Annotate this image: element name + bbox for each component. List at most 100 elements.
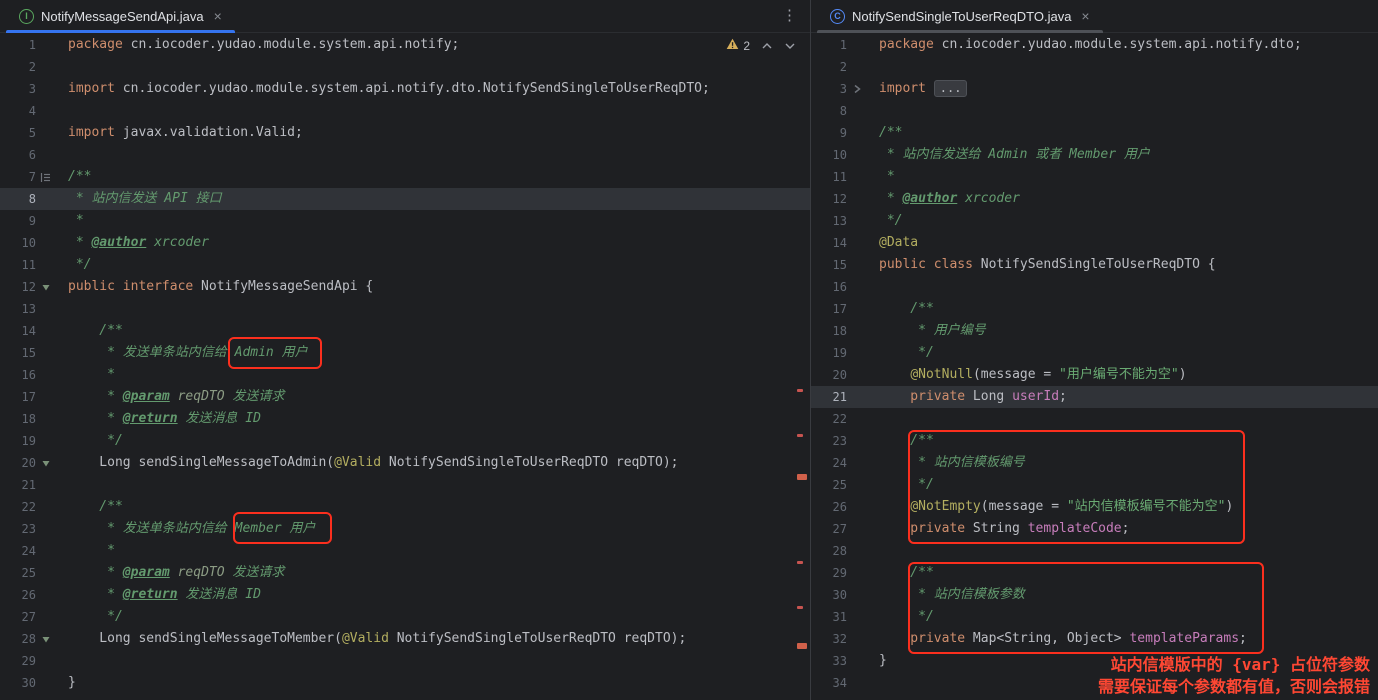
code-text[interactable]: * @author xrcoder <box>55 232 810 254</box>
code-line[interactable]: 1 package cn.iocoder.yudao.module.system.… <box>811 34 1378 56</box>
line-number[interactable]: 23 <box>0 518 36 540</box>
comment-structure-icon[interactable] <box>36 166 55 188</box>
code-line-current[interactable]: 8 * 站内信发送 API 接口 <box>0 188 810 210</box>
code-text[interactable]: * <box>55 540 810 562</box>
line-number[interactable]: 18 <box>0 408 36 430</box>
code-line[interactable]: 1package cn.iocoder.yudao.module.system.… <box>0 34 810 56</box>
line-number[interactable]: 24 <box>0 540 36 562</box>
code-line[interactable]: 32 private Map<String, Object> templateP… <box>811 628 1378 650</box>
code-text[interactable]: @Data <box>866 232 1378 254</box>
tab-notifymessagesendapi[interactable]: I NotifyMessageSendApi.java × <box>6 0 235 32</box>
code-line[interactable]: 9 * <box>0 210 810 232</box>
code-line-current[interactable]: 21 private Long userId; <box>811 386 1378 408</box>
code-text[interactable]: * 用户编号 <box>866 320 1378 342</box>
line-number[interactable]: 28 <box>811 540 847 562</box>
code-line[interactable]: 30} <box>0 672 810 694</box>
code-text[interactable]: * <box>55 364 810 386</box>
line-number[interactable]: 4 <box>0 100 36 122</box>
line-number[interactable]: 29 <box>811 562 847 584</box>
error-stripe-mark[interactable] <box>797 643 807 649</box>
code-text[interactable]: import javax.validation.Valid; <box>55 122 810 144</box>
code-text[interactable] <box>55 650 810 672</box>
folded-imports-region[interactable]: ... <box>934 80 968 97</box>
line-number[interactable]: 29 <box>0 650 36 672</box>
error-stripe-mark[interactable] <box>797 561 803 564</box>
code-text[interactable]: /** <box>55 166 810 188</box>
code-text[interactable]: * <box>55 210 810 232</box>
line-number[interactable]: 6 <box>0 144 36 166</box>
editor-right[interactable]: 1 package cn.iocoder.yudao.module.system.… <box>811 32 1378 700</box>
warning-indicator[interactable]: 2 <box>726 38 750 53</box>
code-line[interactable]: 29 /** <box>811 562 1378 584</box>
next-problem-icon[interactable] <box>784 41 796 51</box>
code-text[interactable]: import cn.iocoder.yudao.module.system.ap… <box>55 78 810 100</box>
line-number[interactable]: 17 <box>0 386 36 408</box>
code-text[interactable] <box>866 540 1378 562</box>
line-number[interactable]: 8 <box>0 188 36 210</box>
line-number[interactable]: 27 <box>0 606 36 628</box>
code-line[interactable]: 13 <box>0 298 810 320</box>
code-line[interactable]: 20 @NotNull(message = "用户编号不能为空") <box>811 364 1378 386</box>
more-options-icon[interactable]: ⋮ <box>782 0 797 32</box>
code-line[interactable]: 15 public class NotifySendSingleToUserReq… <box>811 254 1378 276</box>
code-text[interactable] <box>866 56 1378 78</box>
code-line[interactable]: 28 Long sendSingleMessageToMember(@Valid… <box>0 628 810 650</box>
error-stripe-mark[interactable] <box>797 389 803 392</box>
code-text[interactable]: public class NotifySendSingleToUserReqDT… <box>866 254 1378 276</box>
line-number[interactable]: 2 <box>811 56 847 78</box>
code-text[interactable]: } <box>866 650 1378 672</box>
line-number[interactable]: 17 <box>811 298 847 320</box>
line-number[interactable]: 1 <box>811 34 847 56</box>
line-number[interactable]: 13 <box>0 298 36 320</box>
line-number[interactable]: 3 <box>0 78 36 100</box>
line-number[interactable]: 16 <box>0 364 36 386</box>
code-line[interactable]: 20 Long sendSingleMessageToAdmin(@Valid … <box>0 452 810 474</box>
code-line[interactable]: 25 * @param reqDTO 发送请求 <box>0 562 810 584</box>
code-line[interactable]: 3import ... <box>811 78 1378 100</box>
code-text[interactable]: /** <box>866 430 1378 452</box>
code-line[interactable]: 26 * @return 发送消息 ID <box>0 584 810 606</box>
code-text[interactable]: * 发送单条站内信给 Member 用户 <box>55 518 810 540</box>
editor-left[interactable]: 1package cn.iocoder.yudao.module.system.… <box>0 32 810 700</box>
code-line[interactable]: 10 * @author xrcoder <box>0 232 810 254</box>
code-text[interactable] <box>55 100 810 122</box>
code-text[interactable]: @NotEmpty(message = "站内信模板编号不能为空") <box>866 496 1378 518</box>
code-line[interactable]: 18 * @return 发送消息 ID <box>0 408 810 430</box>
code-line[interactable]: 24 * <box>0 540 810 562</box>
line-number[interactable]: 1 <box>0 34 36 56</box>
code-line[interactable]: 27 private String templateCode; <box>811 518 1378 540</box>
code-line[interactable]: 10 * 站内信发送给 Admin 或者 Member 用户 <box>811 144 1378 166</box>
code-text[interactable]: * @author xrcoder <box>866 188 1378 210</box>
line-number[interactable]: 19 <box>0 430 36 452</box>
code-line[interactable]: 18 * 用户编号 <box>811 320 1378 342</box>
code-text[interactable]: package cn.iocoder.yudao.module.system.a… <box>866 34 1378 56</box>
code-text[interactable]: */ <box>55 430 810 452</box>
line-number[interactable]: 10 <box>811 144 847 166</box>
code-text[interactable]: * 发送单条站内信给 Admin 用户 <box>55 342 810 364</box>
code-line[interactable]: 28 <box>811 540 1378 562</box>
error-stripe-mark[interactable] <box>797 606 803 609</box>
line-number[interactable]: 11 <box>0 254 36 276</box>
line-number[interactable]: 14 <box>811 232 847 254</box>
line-number[interactable]: 5 <box>0 122 36 144</box>
code-text[interactable]: /** <box>55 496 810 518</box>
code-text[interactable]: import ... <box>866 78 1378 100</box>
line-number[interactable]: 21 <box>0 474 36 496</box>
code-text[interactable]: */ <box>55 254 810 276</box>
code-text[interactable]: public interface NotifyMessageSendApi { <box>55 276 810 298</box>
line-number[interactable]: 9 <box>0 210 36 232</box>
line-number[interactable]: 26 <box>0 584 36 606</box>
code-line[interactable]: 9/** <box>811 122 1378 144</box>
close-icon[interactable]: × <box>214 8 222 24</box>
code-line[interactable]: 15 * 发送单条站内信给 Admin 用户 <box>0 342 810 364</box>
code-line[interactable]: 11 */ <box>0 254 810 276</box>
code-text[interactable]: } <box>55 672 810 694</box>
line-number[interactable]: 15 <box>811 254 847 276</box>
line-number[interactable]: 20 <box>0 452 36 474</box>
line-number[interactable]: 22 <box>811 408 847 430</box>
code-text[interactable]: */ <box>866 210 1378 232</box>
code-line[interactable]: 3 import cn.iocoder.yudao.module.system.a… <box>0 78 810 100</box>
code-text[interactable]: @NotNull(message = "用户编号不能为空") <box>866 364 1378 386</box>
code-line[interactable]: 34 <box>811 672 1378 694</box>
code-text[interactable]: * @return 发送消息 ID <box>55 408 810 430</box>
